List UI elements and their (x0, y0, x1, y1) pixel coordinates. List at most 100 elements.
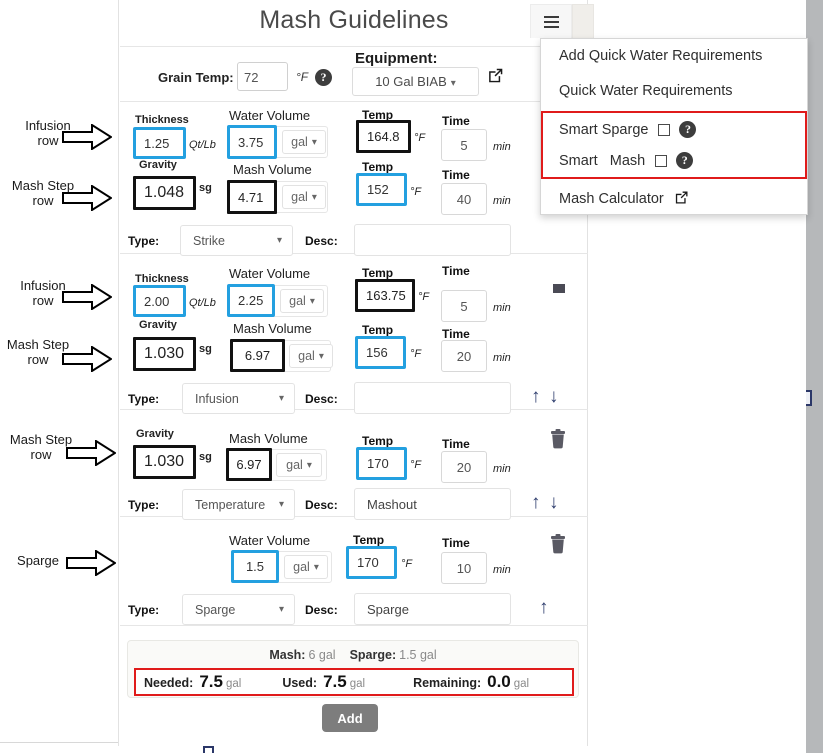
summary-mash-value: 6 gal (308, 647, 336, 662)
row4-water-unit-select[interactable]: gal ▾ (284, 555, 328, 579)
arrow-up-icon: ↑ (531, 492, 541, 513)
row2-gravity-label: Gravity (139, 319, 177, 331)
row2-delete-button[interactable] (551, 282, 567, 303)
equipment-select[interactable]: 10 Gal BIAB ▾ (352, 67, 479, 96)
menu-item-add-quick-water-requirements[interactable]: Add Quick Water Requirements (541, 39, 807, 74)
hamburger-menu-button[interactable] (530, 4, 572, 38)
row2-gravity-input[interactable]: 1.030 (133, 337, 196, 371)
row4-desc-label: Desc: (305, 603, 338, 617)
row2-thickness-input[interactable]: 2.00 (133, 285, 186, 317)
question-mark-icon[interactable]: ? (679, 121, 697, 138)
row2-time-bottom-label: Time (442, 327, 470, 341)
row2-mash-volume-input[interactable]: 6.97 (230, 339, 285, 372)
chevron-down-icon: ▾ (311, 136, 317, 148)
row3-delete-button[interactable] (549, 429, 567, 454)
row1-mash-unit-select[interactable]: gal ▾ (282, 185, 326, 209)
row4-type-label: Type: (128, 603, 160, 617)
row1-water-volume-input[interactable]: 3.75 (227, 125, 277, 159)
row3-mash-unit-select[interactable]: gal ▾ (276, 453, 322, 477)
equipment-open-external-button[interactable] (487, 67, 504, 89)
row2-temp-top-input[interactable]: 163.75 (355, 279, 415, 312)
trash-icon (553, 284, 565, 293)
menu-highlight-region: Smart Sparge ? Smart Mash ? (541, 111, 807, 179)
row2-mash-unit-select[interactable]: gal ▾ (289, 344, 333, 368)
row3-move-up-button[interactable]: ↑ (531, 492, 541, 514)
row3-desc-label: Desc: (305, 498, 338, 512)
row2-water-unit-select[interactable]: gal ▾ (280, 289, 324, 313)
summary-used: Used: 7.5 gal (282, 672, 365, 692)
row3-gravity-label: Gravity (136, 428, 174, 440)
grain-temp-help-icon[interactable]: ? (315, 68, 332, 86)
row3-gravity-input[interactable]: 1.030 (133, 445, 196, 479)
menu-item-smart-mash[interactable]: Smart Mash ? (543, 145, 805, 176)
external-link-icon (489, 68, 503, 83)
row4-delete-button[interactable] (549, 534, 567, 559)
row3-type-select[interactable]: Temperature ▾ (182, 489, 295, 520)
row2-gravity-unit: sg (199, 343, 212, 355)
question-mark-icon[interactable]: ? (676, 152, 694, 169)
menu-item-mash-calculator[interactable]: Mash Calculator (541, 181, 807, 219)
chevron-down-icon: ▾ (309, 295, 315, 307)
summary-panel: Mash: 6 gal Sparge: 1.5 gal Needed: 7.5 … (127, 640, 579, 698)
menu-item-label: Smart Mash (559, 152, 646, 169)
page-title: Mash Guidelines (259, 6, 449, 34)
bottom-checkbox[interactable] (203, 746, 214, 753)
row1-mash-unit-value: gal (291, 190, 308, 204)
annotation-arrow-1 (62, 123, 113, 155)
smart-sparge-checkbox[interactable] (658, 123, 671, 136)
summary-used-unit: gal (349, 678, 366, 690)
row1-time-bottom-label: Time (442, 168, 470, 182)
summary-needed-value: 7.5 (199, 672, 223, 691)
hamburger-icon (543, 13, 559, 31)
row3-type-label: Type: (128, 498, 160, 512)
row4-move-up-button[interactable]: ↑ (539, 597, 549, 619)
row1-time-top-input[interactable]: 5 (441, 129, 487, 161)
row4-desc-input[interactable]: Sparge (354, 593, 511, 625)
row1-mash-volume-input[interactable]: 4.71 (227, 180, 277, 214)
row2-temp-bottom-input[interactable]: 156 (355, 336, 406, 369)
row1-thickness-input[interactable]: 1.25 (133, 127, 186, 159)
summary-remaining-unit: gal (513, 678, 530, 690)
desktop-gutter (806, 0, 823, 753)
row4-time-input[interactable]: 10 (441, 552, 487, 584)
row1-time-bottom-input[interactable]: 40 (441, 183, 487, 215)
row1-temp-top-input[interactable]: 164.8 (356, 120, 411, 153)
row2-move-down-button[interactable]: ↓ (549, 386, 559, 408)
row2-water-volume-input[interactable]: 2.25 (227, 284, 275, 317)
row3-temp-input[interactable]: 170 (356, 447, 407, 480)
smart-mash-checkbox[interactable] (655, 154, 668, 167)
add-button[interactable]: Add (322, 704, 378, 732)
row1-gravity-input[interactable]: 1.048 (133, 176, 196, 210)
row1-temp-bottom-input[interactable]: 152 (356, 173, 407, 206)
chevron-down-icon: ▾ (278, 393, 284, 404)
summary-mash-label: Mash: (269, 647, 306, 662)
annotation-arrow-4 (62, 345, 113, 377)
row2-time-top-input[interactable]: 5 (441, 290, 487, 322)
row2-type-value: Infusion (195, 391, 239, 406)
row4-type-select[interactable]: Sparge ▾ (182, 594, 295, 625)
row4-time-unit: min (493, 564, 511, 576)
chevron-down-icon: ▾ (276, 235, 282, 246)
row3-time-input[interactable]: 20 (441, 451, 487, 483)
menu-tab-shadow (572, 4, 594, 38)
grain-temp-label: Grain Temp: (158, 70, 234, 85)
row3-mash-volume-input[interactable]: 6.97 (226, 448, 272, 481)
row2-move-up-button[interactable]: ↑ (531, 386, 541, 408)
row3-desc-input[interactable]: Mashout (354, 488, 511, 520)
row3-move-down-button[interactable]: ↓ (549, 492, 559, 514)
row1-gravity-unit: sg (199, 182, 212, 194)
grain-temp-input[interactable]: 72 (237, 62, 288, 91)
row2-time-bottom-input[interactable]: 20 (441, 340, 487, 372)
summary-used-value: 7.5 (323, 672, 347, 691)
row4-temp-input[interactable]: 170 (346, 546, 397, 579)
row2-temp-bottom-label: Temp (362, 323, 394, 337)
row1-water-unit-select[interactable]: gal ▾ (282, 130, 326, 154)
menu-item-quick-water-requirements[interactable]: Quick Water Requirements (541, 74, 807, 109)
chevron-down-icon: ▾ (278, 604, 284, 615)
menu-item-smart-sparge[interactable]: Smart Sparge ? (543, 114, 805, 145)
row1-type-select[interactable]: Strike ▾ (180, 225, 293, 256)
row1-desc-input[interactable] (354, 224, 511, 256)
row2-temp-bottom-unit: °F (410, 348, 422, 360)
equipment-select-value: 10 Gal BIAB (375, 74, 447, 89)
row4-water-volume-input[interactable]: 1.5 (231, 550, 279, 583)
